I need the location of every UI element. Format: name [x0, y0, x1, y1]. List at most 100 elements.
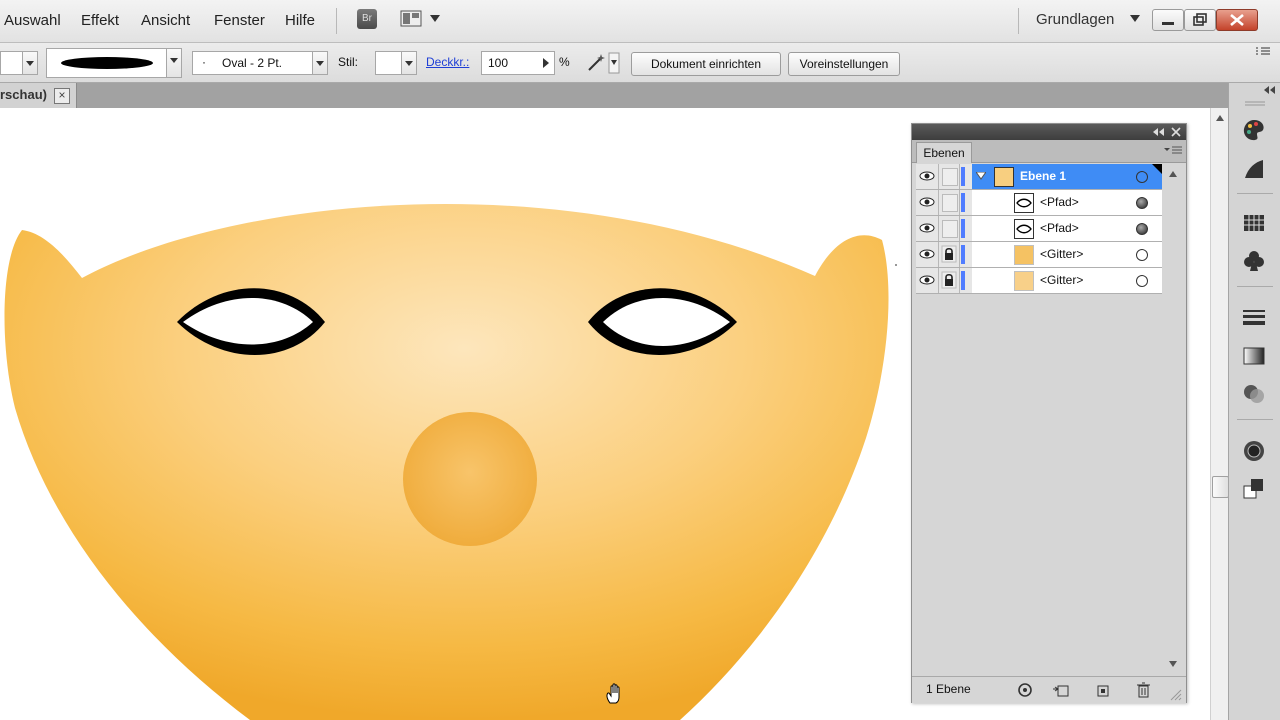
appearance-panel-button[interactable] — [1241, 438, 1267, 464]
layer-row-gitter-2[interactable]: <Gitter> — [916, 268, 1162, 294]
preferences-button[interactable]: Voreinstellungen — [788, 52, 900, 76]
layers-scrollbar[interactable] — [1164, 164, 1182, 674]
control-bar-menu-icon[interactable] — [1254, 46, 1272, 56]
chevron-down-icon[interactable] — [430, 15, 440, 23]
chevron-down-icon[interactable] — [312, 52, 327, 74]
tab-ebenen[interactable]: Ebenen — [916, 142, 972, 163]
locate-object-icon[interactable] — [1016, 681, 1034, 699]
nose-circle[interactable] — [403, 412, 537, 546]
layer-row-pfad-2[interactable]: <Pfad> — [916, 216, 1162, 242]
menu-divider — [1018, 8, 1019, 34]
scroll-up-icon[interactable] — [1168, 170, 1178, 178]
brush-stroke-preview — [61, 57, 153, 69]
restore-button[interactable] — [1184, 9, 1216, 31]
document-tab-strip: rschau) × — [0, 83, 1228, 109]
chevron-down-icon[interactable] — [166, 49, 181, 77]
document-tab-title: rschau) — [0, 87, 47, 102]
target-icon[interactable] — [1136, 197, 1148, 209]
minimize-button[interactable] — [1152, 9, 1184, 31]
clipping-mask-icon[interactable] — [1052, 681, 1072, 699]
brush-style-dropdown[interactable]: · Oval - 2 Pt. — [192, 51, 328, 75]
recolor-artwork-button[interactable] — [585, 52, 621, 74]
visibility-toggle[interactable] — [916, 268, 939, 293]
transparency-icon — [1244, 385, 1264, 403]
target-icon[interactable] — [1136, 249, 1148, 261]
layer-row-ebene-1[interactable]: Ebene 1 — [916, 164, 1162, 190]
lock-toggle[interactable] — [939, 216, 960, 241]
layers-panel-header[interactable] — [912, 124, 1186, 140]
layer-row-main[interactable]: <Pfad> — [972, 216, 1162, 241]
menu-fenster[interactable]: Fenster — [214, 12, 265, 29]
layer-row-main[interactable]: <Pfad> — [972, 190, 1162, 215]
menu-effekt[interactable]: Effekt — [81, 12, 119, 29]
brush-definition-dropdown[interactable] — [46, 48, 182, 78]
lock-toggle[interactable] — [939, 190, 960, 215]
chevron-down-icon[interactable] — [401, 52, 416, 74]
workspace-switcher[interactable]: Grundlagen — [1036, 11, 1114, 28]
lock-toggle[interactable] — [939, 242, 960, 267]
layer-row-main[interactable]: <Gitter> — [972, 242, 1162, 267]
color-guide-button[interactable] — [1241, 156, 1267, 182]
lock-icon — [941, 245, 957, 263]
layer-row-pfad-1[interactable]: <Pfad> — [916, 190, 1162, 216]
visibility-toggle[interactable] — [916, 164, 939, 189]
gradient-panel-button[interactable] — [1241, 343, 1267, 369]
opacity-input[interactable]: 100 — [481, 51, 555, 75]
chevron-down-icon[interactable] — [22, 52, 37, 74]
layer-row-main[interactable]: Ebene 1 — [972, 164, 1162, 189]
fill-color-dropdown[interactable] — [0, 51, 38, 75]
minimize-icon — [1162, 22, 1174, 25]
control-bar: · Oval - 2 Pt. Stil: Deckkr.: 100 % Doku… — [0, 43, 1280, 83]
scroll-up-icon[interactable] — [1215, 114, 1225, 122]
layer-thumbnail — [994, 167, 1014, 187]
lock-toggle[interactable] — [939, 164, 960, 189]
visibility-toggle[interactable] — [916, 242, 939, 267]
close-button[interactable] — [1216, 9, 1258, 31]
lock-toggle[interactable] — [939, 268, 960, 293]
gradient-icon — [1243, 347, 1265, 365]
stroke-panel-button[interactable] — [1241, 305, 1267, 331]
target-icon[interactable] — [1136, 223, 1148, 235]
graphic-styles-button[interactable] — [1241, 476, 1267, 502]
close-icon[interactable] — [1171, 127, 1181, 137]
chevron-right-icon[interactable] — [542, 58, 550, 68]
trash-icon[interactable] — [1134, 681, 1152, 699]
symbols-button[interactable] — [1241, 248, 1267, 274]
menu-auswahl[interactable]: Auswahl — [4, 12, 61, 29]
resize-grip-icon[interactable] — [1170, 689, 1182, 701]
menu-bar: Auswahl Effekt Ansicht Fenster Hilfe Br … — [0, 0, 1280, 43]
layer-color-indicator — [961, 193, 965, 212]
panel-menu-icon[interactable] — [1164, 146, 1182, 156]
restore-icon — [1193, 13, 1207, 26]
menu-ansicht[interactable]: Ansicht — [141, 12, 190, 29]
close-icon[interactable]: × — [54, 88, 70, 104]
menu-hilfe[interactable]: Hilfe — [285, 12, 315, 29]
graphic-style-dropdown[interactable] — [375, 51, 417, 75]
layer-name: <Gitter> — [1040, 273, 1084, 287]
collapse-panel-icon[interactable] — [1152, 128, 1166, 136]
eye-shape-icon — [1016, 198, 1032, 208]
vertical-scrollbar[interactable] — [1210, 108, 1229, 720]
collapse-dock-icon[interactable] — [1263, 86, 1277, 94]
bridge-button[interactable]: Br — [357, 9, 377, 29]
scrollbar-thumb[interactable] — [1212, 476, 1229, 498]
chevron-down-icon[interactable] — [1130, 15, 1140, 23]
layer-row-main[interactable]: <Gitter> — [972, 268, 1162, 293]
visibility-toggle[interactable] — [916, 190, 939, 215]
layer-name: <Gitter> — [1040, 247, 1084, 261]
new-sublayer-icon[interactable] — [1094, 681, 1112, 699]
swatches-button[interactable] — [1241, 210, 1267, 236]
transparency-panel-button[interactable] — [1241, 381, 1267, 407]
document-tab[interactable]: rschau) × — [0, 83, 77, 108]
target-icon[interactable] — [1136, 275, 1148, 287]
expand-triangle-icon[interactable] — [976, 172, 986, 180]
arrange-documents-button[interactable] — [400, 10, 422, 27]
scroll-down-icon[interactable] — [1168, 660, 1178, 668]
target-icon[interactable] — [1136, 171, 1148, 183]
hand-icon — [606, 683, 620, 704]
document-setup-button[interactable]: Dokument einrichten — [631, 52, 781, 76]
opacity-label-link[interactable]: Deckkr.: — [426, 55, 469, 69]
visibility-toggle[interactable] — [916, 216, 939, 241]
color-panel-button[interactable] — [1241, 117, 1267, 143]
layer-row-gitter-1[interactable]: <Gitter> — [916, 242, 1162, 268]
